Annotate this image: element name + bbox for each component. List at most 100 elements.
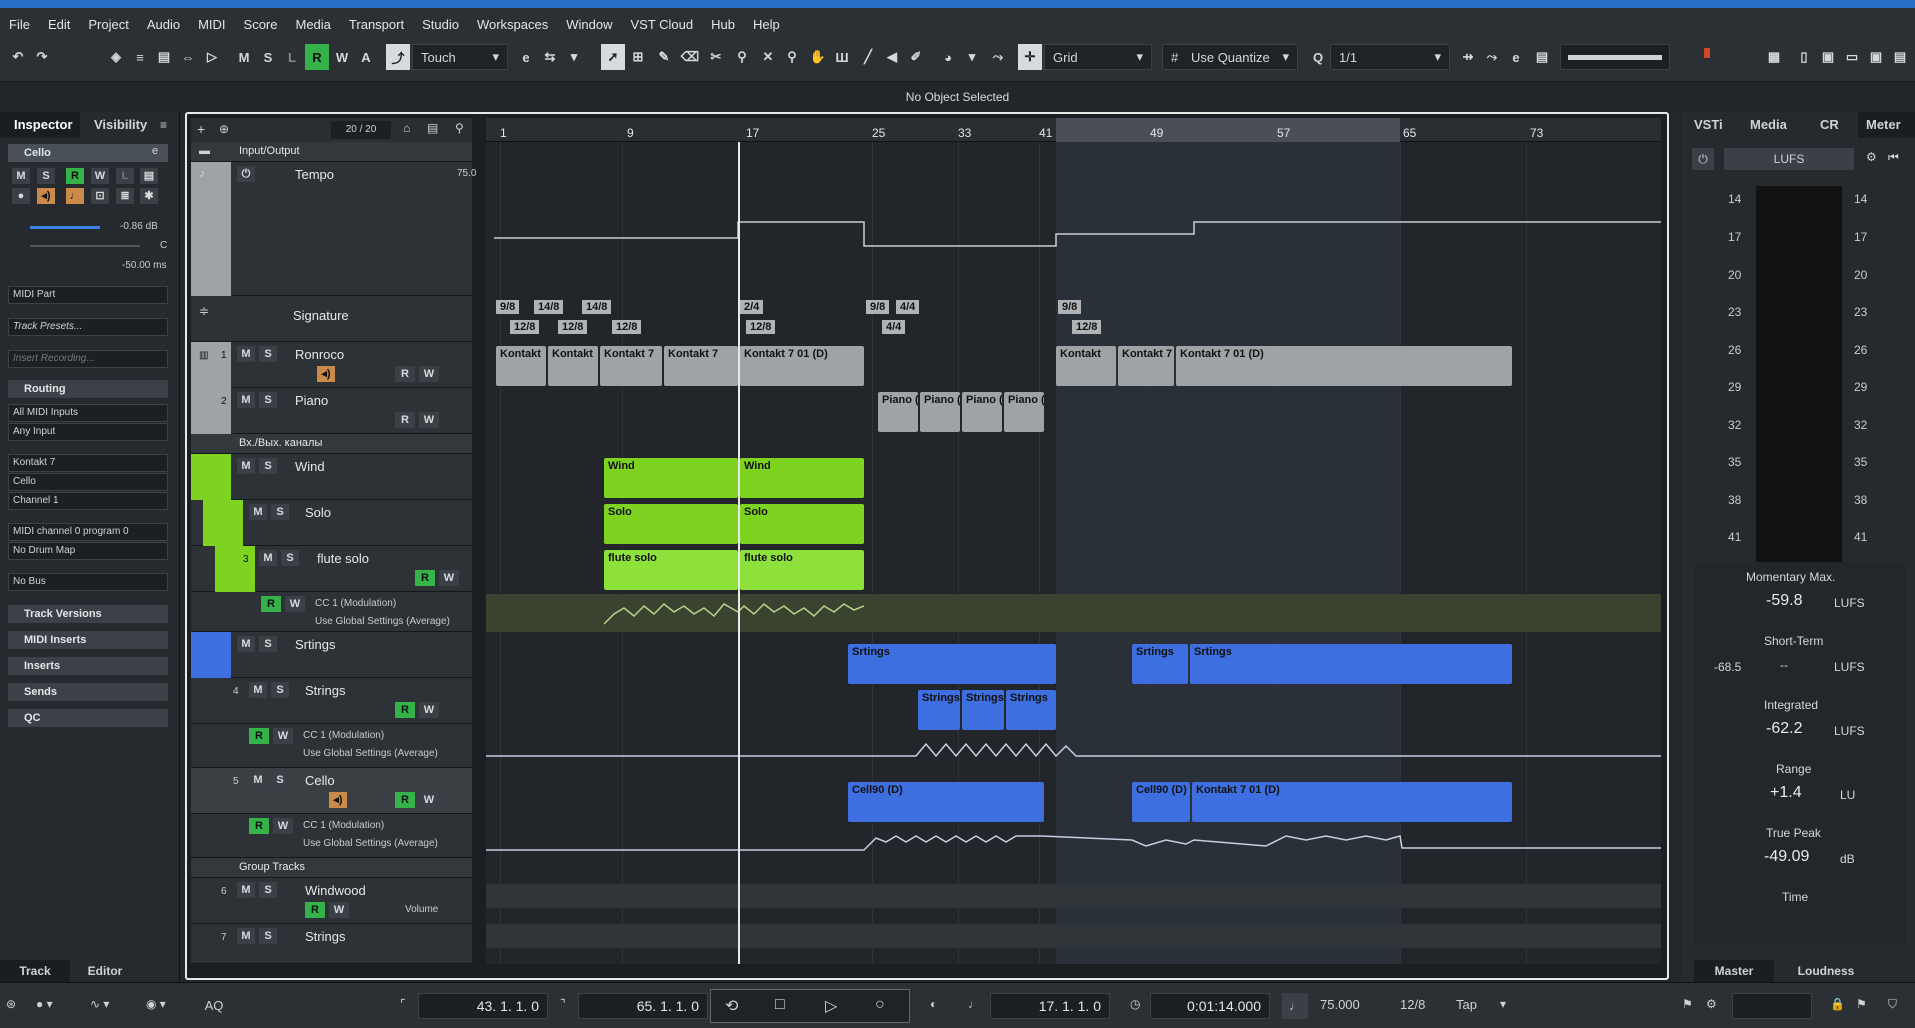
event-display[interactable]: 9/8 14/8 14/8 12/8 12/8 12/8 2/4 12/8 9/… — [486, 142, 1661, 964]
signature-event[interactable]: 4/4 — [896, 300, 920, 314]
write-button[interactable]: W — [419, 702, 439, 718]
solo-button[interactable]: S — [259, 458, 277, 474]
hand-tool-icon[interactable]: ✋ — [806, 44, 830, 70]
mute-button[interactable]: M — [12, 168, 30, 184]
layout-bottom-icon[interactable]: ▭ — [1840, 44, 1864, 70]
ruler[interactable]: 1 9 17 25 33 41 49 57 65 73 — [486, 118, 1661, 142]
midi-input-dropdown[interactable]: All MIDI Inputs — [8, 404, 168, 422]
bus-dropdown[interactable]: No Bus — [8, 573, 168, 591]
listen-button[interactable]: L — [280, 44, 304, 70]
track-input-output[interactable]: ▬ Input/Output — [191, 142, 472, 162]
edit-instrument-icon[interactable]: e — [152, 145, 166, 161]
mute-button[interactable]: M — [237, 928, 255, 944]
quantize-value-dropdown[interactable]: 1/1 ▾ — [1330, 44, 1450, 70]
line-tool-icon[interactable]: ╱ — [856, 44, 880, 70]
edit-mode-icon[interactable]: e — [514, 44, 538, 70]
signature-event[interactable]: 9/8 — [1058, 300, 1082, 314]
solo-button[interactable]: S — [271, 772, 289, 788]
expand-icon[interactable]: ⇔ — [176, 44, 200, 70]
tab-cr[interactable]: CR — [1820, 112, 1839, 138]
tab-media[interactable]: Media — [1750, 112, 1787, 138]
mute-button[interactable]: M — [249, 772, 267, 788]
mute-button[interactable]: M — [237, 346, 255, 362]
reset-icon[interactable]: ⏮ — [1888, 150, 1899, 165]
automation-curve-strings[interactable] — [486, 734, 1661, 764]
redo-icon[interactable]: ↷ — [30, 44, 54, 70]
read-button[interactable]: R — [415, 570, 435, 586]
folder-part-wind[interactable]: Wind — [604, 458, 738, 498]
zoom-tool-icon[interactable]: ⚲ — [780, 44, 804, 70]
mute-tool-icon[interactable]: ✕ — [756, 44, 780, 70]
read-button[interactable]: R — [305, 902, 325, 918]
mute-button[interactable]: M — [237, 392, 255, 408]
add-folder-icon[interactable]: ⊕ — [219, 122, 229, 136]
track-folder-io[interactable]: Вх./Вых. каналы — [191, 434, 472, 454]
menu-edit[interactable]: Edit — [39, 8, 79, 32]
right-locator[interactable]: 65. 1. 1. 0 — [578, 993, 708, 1019]
write-button[interactable]: W — [273, 728, 293, 744]
write-button[interactable]: W — [285, 596, 305, 612]
metronome-icon[interactable]: ◉ ▾ — [146, 997, 166, 1011]
iterative-quantize-icon[interactable]: ⇸ — [1456, 44, 1480, 70]
menu-help[interactable]: Help — [744, 8, 789, 32]
signature-event[interactable]: 9/8 — [866, 300, 890, 314]
chevron-down-icon[interactable]: ▾ — [1500, 997, 1506, 1011]
range-tool-icon[interactable]: ⊞ — [626, 44, 650, 70]
quantize-mode-dropdown[interactable]: # Use Quantize ▾ — [1162, 44, 1298, 70]
calendar-icon[interactable]: ▦ — [1762, 44, 1786, 70]
automation-lane-cello[interactable]: R W CC 1 (Modulation) Use Global Setting… — [191, 814, 472, 858]
gear-icon[interactable]: ⚙ — [1706, 997, 1717, 1011]
signature-event[interactable]: 12/8 — [558, 320, 588, 334]
section-inserts[interactable]: Inserts — [8, 657, 168, 675]
undo-icon[interactable]: ↶ — [6, 44, 30, 70]
track-signature[interactable]: ≑ Signature — [191, 296, 472, 342]
tap-button[interactable]: Tap — [1456, 997, 1477, 1012]
cc-parameter[interactable]: CC 1 (Modulation) — [303, 820, 384, 831]
gear-icon[interactable]: ⚙ — [1866, 150, 1877, 164]
track-windwood[interactable]: 6 M S Windwood R W Volume — [191, 878, 472, 924]
menu-midi[interactable]: MIDI — [189, 8, 234, 32]
signature-value[interactable]: 12/8 — [1400, 997, 1425, 1012]
punch-icon[interactable]: ◐ — [930, 997, 937, 1011]
automation-lane-flute[interactable]: R W CC 1 (Modulation) Use Global Setting… — [191, 592, 472, 632]
marker-icon[interactable]: ⚑ — [1682, 997, 1693, 1011]
solo-button[interactable]: S — [259, 928, 277, 944]
pan-slider[interactable] — [30, 245, 140, 247]
home-icon[interactable]: ⌂ — [403, 121, 410, 135]
track-strings-group[interactable]: 7 M S Strings — [191, 924, 472, 964]
mute-button[interactable]: M — [259, 550, 277, 566]
time-display[interactable]: 0:01:14.000 — [1150, 993, 1270, 1019]
midi-part-ronroco[interactable]: Kontakt — [1056, 346, 1116, 386]
snap-on-icon[interactable]: ✛ — [1018, 44, 1042, 70]
inspector-track-name[interactable]: Cello — [8, 144, 168, 162]
signature-event[interactable]: 12/8 — [612, 320, 642, 334]
track-strings-folder[interactable]: M S Srtings — [191, 632, 472, 678]
section-qc[interactable]: QC — [8, 709, 168, 727]
mute-button[interactable]: M — [249, 504, 267, 520]
folder-part-strings[interactable]: Srtings — [1190, 644, 1512, 684]
midi-part-ronroco[interactable]: Kontakt 7 — [664, 346, 738, 386]
automation-lane-strings[interactable]: R W CC 1 (Modulation) Use Global Setting… — [191, 724, 472, 768]
section-routing[interactable]: Routing — [8, 380, 168, 398]
nudge-icon[interactable]: ◕ — [936, 44, 960, 70]
draw-tool-icon[interactable]: ✎ — [652, 44, 676, 70]
signature-event[interactable]: 9/8 — [496, 300, 520, 314]
layout-icon[interactable]: ▤ — [427, 121, 438, 135]
layout-right-zone-icon[interactable]: ▤ — [1888, 44, 1912, 70]
menu-file[interactable]: File — [0, 8, 39, 32]
cc-parameter[interactable]: CC 1 (Modulation) — [315, 598, 396, 609]
shield-icon[interactable]: ⛉ — [1888, 997, 1897, 1012]
track-flute-solo[interactable]: 3 M S flute solo R W — [191, 546, 472, 592]
tempo-value[interactable]: 75.000 — [1320, 997, 1360, 1012]
menu-vst-cloud[interactable]: VST Cloud — [622, 8, 703, 32]
note-position-icon[interactable]: ♩ — [968, 997, 980, 1011]
tempo-track-icon[interactable]: ♩ — [1282, 993, 1308, 1019]
menu-transport[interactable]: Transport — [340, 8, 413, 32]
color-tool-icon[interactable]: ✐ — [904, 44, 928, 70]
midi-part-strings[interactable]: Strings — [962, 690, 1004, 730]
stop-icon[interactable]: □ — [775, 996, 785, 1014]
record-icon[interactable]: ○ — [875, 996, 885, 1014]
layout-left-icon[interactable]: ▯ — [1792, 44, 1816, 70]
signature-event[interactable]: 14/8 — [582, 300, 612, 314]
position-display[interactable]: 17. 1. 1. 0 — [990, 993, 1110, 1019]
